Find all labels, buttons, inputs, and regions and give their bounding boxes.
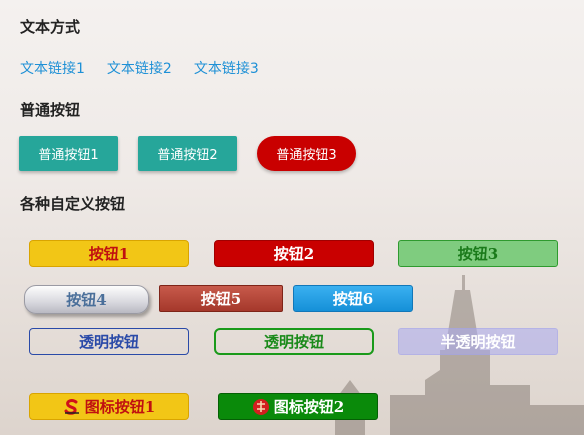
text-link-1[interactable]: 文本链接1 <box>20 58 85 78</box>
text-link-3[interactable]: 文本链接3 <box>194 58 259 78</box>
custom-button-5[interactable]: 按钮5 <box>159 285 283 312</box>
transparent-button-2[interactable]: 透明按钮 <box>214 328 374 355</box>
icon-button-2[interactable]: 图标按钮2 <box>218 393 378 420</box>
icon-button-1-label: 图标按钮1 <box>84 398 156 416</box>
custom-button-6[interactable]: 按钮6 <box>293 285 413 312</box>
custom-button-2[interactable]: 按钮2 <box>214 240 374 267</box>
custom-button-3[interactable]: 按钮3 <box>398 240 558 267</box>
normal-button-2[interactable]: 普通按钮2 <box>138 136 237 171</box>
transparent-button-1[interactable]: 透明按钮 <box>29 328 189 355</box>
section-title-normal-buttons: 普通按钮 <box>20 101 81 119</box>
icon-button-2-label: 图标按钮2 <box>273 398 345 416</box>
sogou-icon <box>63 398 81 416</box>
text-links-row: 文本链接1 文本链接2 文本链接3 <box>20 58 259 78</box>
custom-button-1[interactable]: 按钮1 <box>29 240 189 267</box>
text-link-2[interactable]: 文本链接2 <box>107 58 172 78</box>
normal-button-1[interactable]: 普通按钮1 <box>19 136 118 171</box>
icon-button-1[interactable]: 图标按钮1 <box>29 393 189 420</box>
normal-button-3[interactable]: 普通按钮3 <box>257 136 356 171</box>
semi-transparent-button[interactable]: 半透明按钮 <box>398 328 558 355</box>
section-title-custom-buttons: 各种自定义按钮 <box>20 195 126 213</box>
red-badge-icon <box>252 398 270 416</box>
section-title-text-style: 文本方式 <box>20 18 81 36</box>
custom-button-4[interactable]: 按钮4 <box>24 285 149 314</box>
